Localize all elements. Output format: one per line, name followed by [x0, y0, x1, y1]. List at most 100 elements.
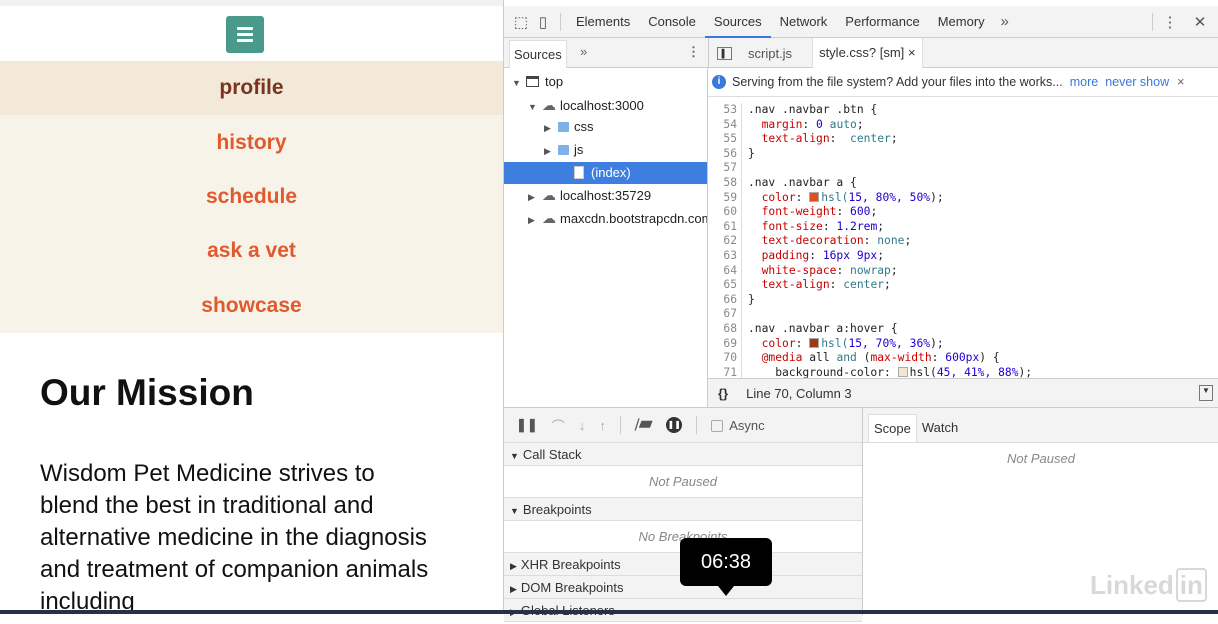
code-token: :: [829, 278, 844, 292]
navigator-more-button[interactable]: »: [580, 44, 587, 59]
code-token: :: [822, 219, 837, 233]
never-show-link[interactable]: never show: [1105, 75, 1169, 89]
tree-item[interactable]: ▼ top: [504, 71, 707, 94]
line-number[interactable]: 55: [708, 132, 742, 147]
code-line: 62 text-decoration: none;: [708, 234, 1218, 249]
device-toolbar-icon[interactable]: ▯: [532, 13, 554, 31]
line-number[interactable]: 54: [708, 117, 742, 133]
tab-sources[interactable]: Sources: [704, 6, 771, 38]
tree-item[interactable]: ▶ ☁ maxcdn.bootstrapcdn.com: [504, 207, 707, 230]
tree-item[interactable]: ▶ css: [504, 116, 707, 139]
code-text: color: hsl(15, 80%, 50%);: [748, 191, 944, 206]
expand-arrow-icon: ▶: [510, 561, 517, 571]
hamburger-menu-button[interactable]: [226, 16, 264, 53]
inspect-element-icon[interactable]: ⬚: [510, 13, 532, 31]
tree-item-label: maxcdn.bootstrapcdn.com: [560, 211, 708, 227]
deactivate-breakpoints-icon[interactable]: ⧸▰: [635, 417, 652, 433]
step-over-icon[interactable]: ⌒: [552, 416, 565, 435]
line-number[interactable]: 68: [708, 321, 742, 337]
code-token: hsl(: [821, 190, 849, 204]
toggle-drawer-icon[interactable]: ▼: [1199, 385, 1213, 401]
tree-item[interactable]: ▶ ☁ localhost:35729: [504, 184, 707, 207]
nav-link-schedule[interactable]: schedule: [0, 170, 503, 224]
tree-item[interactable]: ▶ js: [504, 139, 707, 162]
line-number[interactable]: 64: [708, 263, 742, 279]
line-number[interactable]: 69: [708, 336, 742, 352]
more-tabs-button[interactable]: »: [994, 13, 1016, 30]
line-number[interactable]: 61: [708, 219, 742, 235]
pause-on-exceptions-icon[interactable]: ❚❚: [666, 417, 683, 433]
line-number[interactable]: 70: [708, 351, 742, 366]
code-text: text-decoration: none;: [748, 234, 912, 249]
step-into-icon[interactable]: ↓: [579, 418, 586, 433]
code-token: center: [850, 132, 891, 146]
expand-arrow-icon[interactable]: ▶: [544, 140, 558, 163]
code-token: hsl(: [909, 365, 937, 378]
async-checkbox[interactable]: Async: [711, 418, 765, 433]
line-number[interactable]: 62: [708, 234, 742, 249]
line-number[interactable]: 65: [708, 278, 742, 293]
tab-network[interactable]: Network: [771, 6, 837, 38]
tree-item-label: localhost:3000: [560, 97, 644, 113]
expand-arrow-icon[interactable]: ▶: [544, 117, 558, 140]
line-number[interactable]: 71: [708, 365, 742, 378]
line-number[interactable]: 58: [708, 175, 742, 191]
expand-arrow-icon[interactable]: ▶: [528, 186, 542, 209]
close-tab-icon[interactable]: ×: [908, 45, 916, 60]
code-line: 60 font-weight: 600;: [708, 205, 1218, 220]
expand-arrow-icon[interactable]: ▼: [512, 72, 526, 95]
tab-watch[interactable]: Watch: [917, 414, 963, 442]
navigator-menu-button[interactable]: ⋮: [687, 44, 700, 60]
tree-item-label: top: [545, 74, 564, 89]
color-swatch[interactable]: [809, 191, 820, 202]
color-swatch[interactable]: [809, 337, 820, 348]
expand-arrow-icon[interactable]: ▶: [528, 209, 542, 232]
color-swatch[interactable]: [897, 366, 908, 377]
tab-console[interactable]: Console: [639, 6, 705, 38]
code-view[interactable]: 53 .nav .navbar .btn {54 margin: 0 auto; 5…: [708, 97, 1218, 378]
code-text: text-align: center;: [748, 278, 891, 293]
nav-link-history[interactable]: history: [0, 115, 503, 169]
line-number[interactable]: 67: [708, 307, 742, 322]
line-number[interactable]: 57: [708, 161, 742, 176]
video-progress-bar[interactable]: [0, 610, 1218, 614]
mission-text: Wisdom Pet Medicine strives to blend the…: [40, 460, 429, 614]
code-token: text-align: [761, 278, 830, 292]
line-number[interactable]: 60: [708, 205, 742, 220]
code-text: font-weight: 600;: [748, 205, 878, 220]
nav-link-showcase[interactable]: showcase: [0, 279, 503, 333]
tree-item[interactable]: (index): [504, 161, 707, 185]
tab-memory[interactable]: Memory: [929, 6, 994, 38]
close-info-icon[interactable]: ×: [1177, 75, 1184, 89]
editor-tab-script[interactable]: script.js: [748, 46, 792, 61]
pretty-print-button[interactable]: {}: [718, 386, 728, 401]
tab-elements[interactable]: Elements: [567, 6, 639, 38]
code-line: 68 .nav .navbar a:hover {: [708, 321, 1218, 337]
tree-item[interactable]: ▼ ☁ localhost:3000: [504, 94, 707, 117]
nav-link-ask-a-vet[interactable]: ask a vet: [0, 224, 503, 278]
devtools-menu-button[interactable]: ⋮: [1159, 13, 1181, 31]
navigator-tab-sources[interactable]: Sources: [509, 40, 567, 68]
line-number[interactable]: 53: [708, 103, 742, 118]
toggle-navigator-icon[interactable]: ▌: [717, 46, 732, 60]
line-number[interactable]: 63: [708, 248, 742, 264]
tab-scope[interactable]: Scope: [868, 414, 917, 442]
line-number[interactable]: 66: [708, 292, 742, 308]
more-link[interactable]: more: [1070, 75, 1098, 89]
line-number[interactable]: 56: [708, 146, 742, 162]
step-out-icon[interactable]: ↑: [599, 418, 606, 433]
section-breakpoints[interactable]: ▼ Breakpoints: [504, 498, 862, 521]
code-line: 61 font-size: 1.2rem;: [708, 219, 1218, 235]
expand-arrow-icon[interactable]: ▼: [528, 96, 542, 119]
tab-performance[interactable]: Performance: [836, 6, 928, 38]
line-number[interactable]: 59: [708, 190, 742, 206]
editor-tab-style[interactable]: style.css? [sm] ×: [812, 38, 923, 68]
section-call-stack[interactable]: ▼ Call Stack: [504, 443, 862, 466]
close-devtools-button[interactable]: ✕: [1189, 13, 1211, 31]
nav-link-profile[interactable]: profile: [0, 61, 503, 116]
debugger-toolbar: ❚❚ ⌒ ↓ ↑ ⧸▰ ❚❚ Async: [504, 408, 862, 443]
code-line: 63 padding: 16px 9px;: [708, 248, 1218, 264]
pause-icon[interactable]: ❚❚: [516, 417, 538, 433]
code-token: :: [863, 234, 878, 248]
linkedin-logo: Linked in: [1090, 568, 1207, 602]
